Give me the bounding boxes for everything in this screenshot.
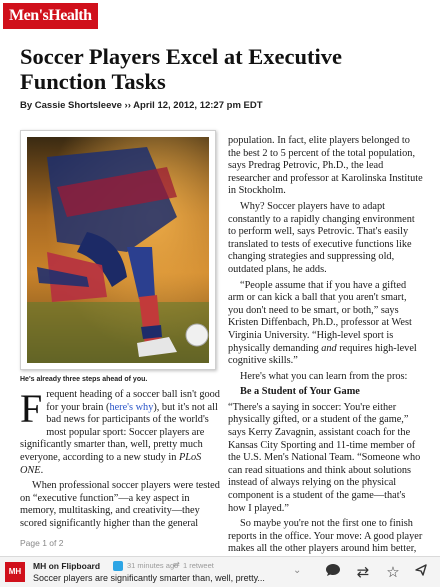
timestamp: 31 minutes ago [127,561,179,570]
flipboard-bar: MH MH on Flipboard 31 minutes ago ⇄ 1 re… [0,556,440,587]
photo-caption: He's already three steps ahead of you. [20,376,148,383]
tweet-text: Soccer players are significantly smarter… [33,573,265,583]
subhead: Be a Student of Your Game [240,386,360,398]
star-icon[interactable]: ☆ [382,562,404,582]
source-name[interactable]: MH on Flipboard [33,561,100,571]
retweet-small-icon: ⇄ [173,560,180,569]
intro-text-end: . [40,464,44,476]
retweet-count: 1 retweet [183,561,214,570]
article-title: Soccer Players Excel at Executive Functi… [20,44,342,94]
page-indicator: Page 1 of 2 [20,538,64,548]
article-column-left: Frequent heading of a soccer ball isn't … [20,389,220,534]
chevron-down-icon[interactable]: ⌄ [293,565,301,576]
emphasis-text: and [321,342,337,354]
retweet-icon[interactable]: ⇄ [352,562,374,582]
comment-icon[interactable] [322,562,344,582]
mens-health-logo[interactable]: Men'sHealth [3,3,98,29]
avatar[interactable]: MH [5,562,25,582]
heres-why-link[interactable]: here's why [109,402,153,413]
paragraph-3: population. In fact, elite players belon… [228,135,423,197]
header-bar: Men'sHealth [0,0,440,34]
share-icon[interactable] [410,562,432,582]
paragraph-6: Here's what you can learn from the pros: [240,370,408,382]
byline: By Cassie Shortsleeve ›› April 12, 2012,… [20,100,263,111]
paragraph-7: “There's a saying in soccer: You're eith… [228,401,421,514]
soccer-player-image [27,137,209,363]
paragraph-5: “People assume that if you have a gifted… [228,280,424,368]
drop-cap: F [20,386,43,431]
twitter-icon [113,561,123,571]
article-column-right: population. In fact, elite players belon… [228,135,424,584]
paragraph-intro: Frequent heading of a soccer ball isn't … [20,389,220,477]
article-photo[interactable] [20,130,216,370]
paragraph-2: When professional soccer players were te… [20,480,220,529]
paragraph-4: Why? Soccer players have to adapt consta… [228,200,415,275]
